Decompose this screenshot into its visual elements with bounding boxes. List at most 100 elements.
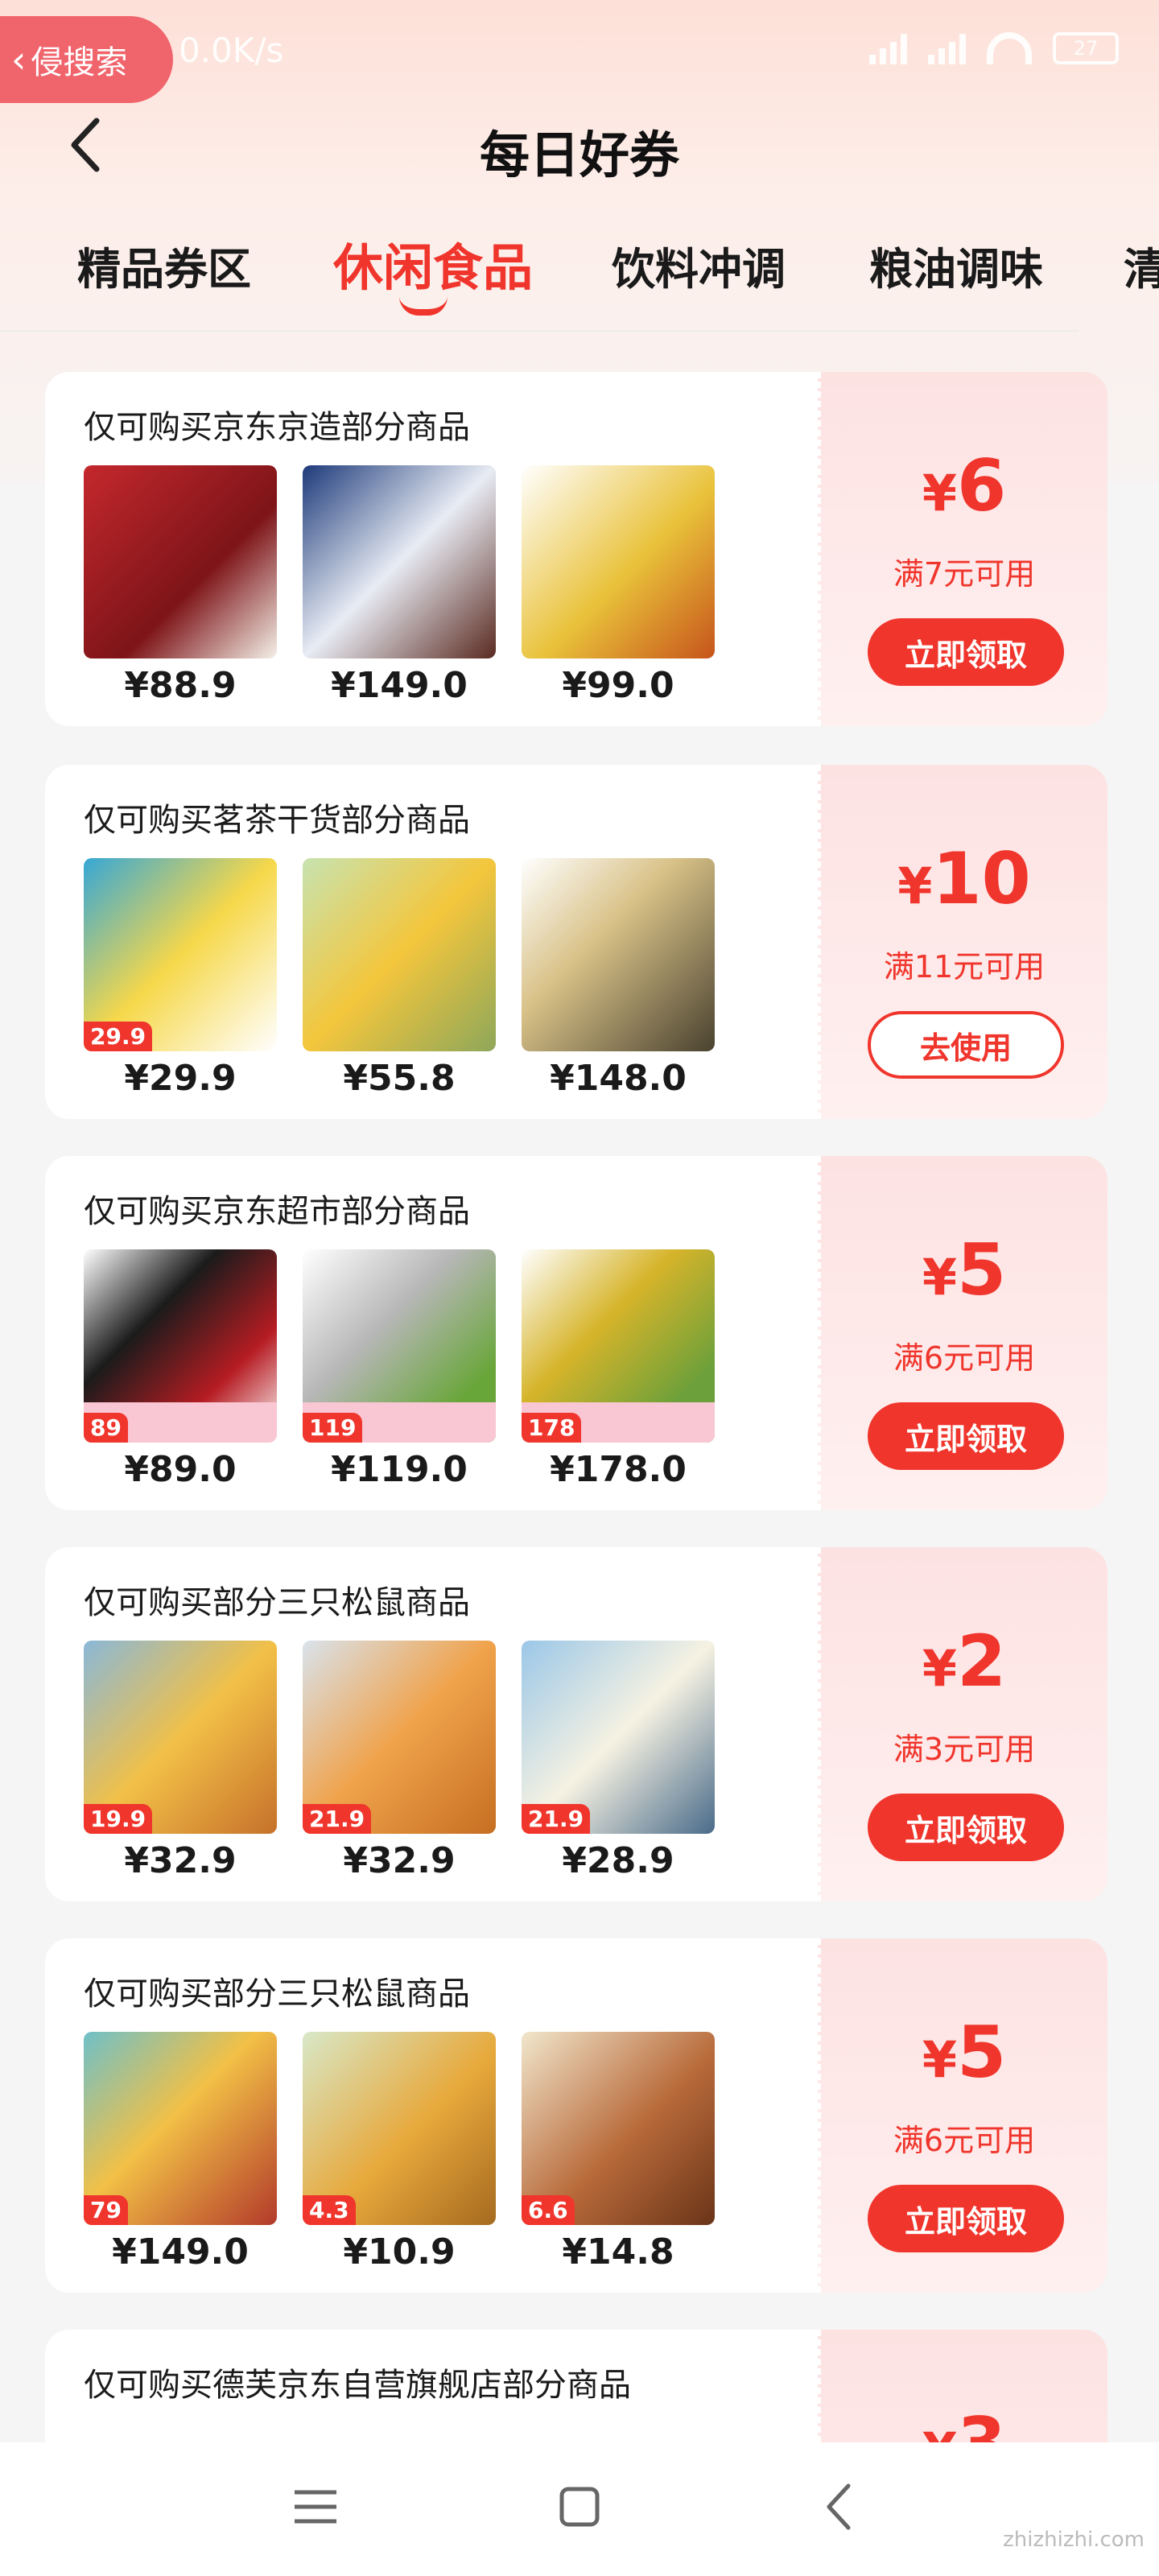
price-tag: 119 <box>303 1413 363 1443</box>
tab-beverages[interactable]: 饮料冲调 <box>612 233 786 297</box>
product-image: 6.6 <box>522 2032 715 2225</box>
product-item[interactable]: ¥55.8 <box>303 858 496 1099</box>
amount-value: 2 <box>956 1620 1007 1703</box>
amount-value: 10 <box>932 837 1031 920</box>
product-image: 19.9 <box>84 1641 277 1834</box>
coupon-products-panel: 仅可购买部分三只松鼠商品 79 ¥149.0 4.3 ¥10.9 6.6 ¥14… <box>45 1938 818 2293</box>
coupon-condition: 满6元可用 <box>893 2123 1036 2158</box>
product-item[interactable]: ¥88.9 <box>84 465 277 706</box>
product-image: 21.9 <box>303 1641 496 1834</box>
back-app-label: 侵搜索 <box>31 44 128 81</box>
coupon-amount: ¥5 <box>821 2011 1107 2094</box>
product-item[interactable]: 79 ¥149.0 <box>84 2032 277 2273</box>
wifi-icon <box>987 32 1032 64</box>
coupon-scope-title: 仅可购买部分三只松鼠商品 <box>84 1975 470 2013</box>
battery-icon: 27 <box>1053 32 1119 64</box>
product-image: 79 <box>84 2032 277 2225</box>
coupon-value-panel: ¥5 满6元可用 立即领取 <box>818 1938 1107 2293</box>
back-chevron-icon: ‹ <box>11 38 27 81</box>
coupon-value-panel: ¥5 满6元可用 立即领取 <box>818 1156 1107 1510</box>
speed-text: 0.0K/s <box>179 31 284 70</box>
product-price: ¥28.9 <box>562 1840 674 1881</box>
product-price: ¥148.0 <box>550 1058 687 1099</box>
signal-icon <box>869 32 907 64</box>
coupon-card: 仅可购买德芙京东自营旗舰店部分商品 ¥3 <box>45 2330 1107 2442</box>
coupon-amount: ¥2 <box>821 1620 1107 1703</box>
product-item[interactable]: 6.6 ¥14.8 <box>522 2032 715 2273</box>
home-icon[interactable] <box>547 2475 612 2539</box>
tab-more[interactable]: 清 <box>1124 233 1159 297</box>
product-price: ¥29.9 <box>124 1058 237 1099</box>
tab-snacks[interactable]: 休闲食品 <box>333 227 533 299</box>
coupon-scope-title: 仅可购买部分三只松鼠商品 <box>84 1584 470 1621</box>
network-speed: 0.0K/s <box>179 31 283 70</box>
coupon-card: 仅可购买部分三只松鼠商品 19.9 ¥32.9 21.9 ¥32.9 21.9 … <box>45 1547 1107 1901</box>
watermark: zhizhizhi.com <box>1003 2528 1145 2552</box>
product-item[interactable]: ¥99.0 <box>522 465 715 706</box>
coupon-value-panel: ¥6 满7元可用 立即领取 <box>818 372 1107 726</box>
tab-premium-coupons[interactable]: 精品券区 <box>77 233 251 297</box>
product-item[interactable]: 19.9 ¥32.9 <box>84 1641 277 1881</box>
amount-value: 6 <box>956 444 1007 527</box>
back-to-app-pill[interactable]: ‹ 侵搜索 <box>0 16 173 103</box>
coupon-scope-title: 仅可购买茗茶干货部分商品 <box>84 802 470 839</box>
amount-value: 5 <box>956 1228 1007 1311</box>
tab-grain-oil[interactable]: 粮油调味 <box>869 233 1043 297</box>
product-item[interactable]: 4.3 ¥10.9 <box>303 2032 496 2273</box>
price-tag: 21.9 <box>303 1804 372 1834</box>
product-price: ¥88.9 <box>124 665 237 706</box>
product-image: 89 <box>84 1249 277 1443</box>
claim-coupon-button[interactable]: 立即领取 <box>868 1794 1064 1861</box>
amount-value: 5 <box>956 2011 1007 2094</box>
coupon-condition: 满7元可用 <box>893 556 1036 592</box>
claim-coupon-button[interactable]: 立即领取 <box>868 2185 1064 2252</box>
product-price: ¥32.9 <box>124 1840 237 1881</box>
product-image <box>303 465 496 658</box>
coupon-card: 仅可购买茗茶干货部分商品 29.9 ¥29.9 ¥55.8 ¥148.0 ¥10… <box>45 765 1107 1119</box>
product-price: ¥89.0 <box>124 1449 237 1490</box>
price-tag: 178 <box>522 1413 582 1443</box>
back-icon[interactable] <box>808 2475 872 2539</box>
page-title: 每日好券 <box>479 126 679 184</box>
coupon-value-panel: ¥10 满11元可用 去使用 <box>818 765 1107 1119</box>
coupon-card: 仅可购买京东超市部分商品 89 ¥89.0 119 ¥119.0 178 ¥17… <box>45 1156 1107 1510</box>
price-tag: 6.6 <box>522 2195 575 2225</box>
active-tab-indicator <box>399 296 448 316</box>
product-price: ¥149.0 <box>112 2231 249 2273</box>
battery-level: 27 <box>1073 37 1099 60</box>
claim-coupon-button[interactable]: 立即领取 <box>868 618 1064 686</box>
coupon-value-panel: ¥2 满3元可用 立即领取 <box>818 1547 1107 1901</box>
coupon-products-panel: 仅可购买德芙京东自营旗舰店部分商品 <box>45 2330 818 2442</box>
product-item[interactable]: 21.9 ¥28.9 <box>522 1641 715 1881</box>
use-coupon-button[interactable]: 去使用 <box>868 1011 1064 1079</box>
coupon-condition: 满6元可用 <box>893 1340 1036 1376</box>
coupon-products-panel: 仅可购买京东超市部分商品 89 ¥89.0 119 ¥119.0 178 ¥17… <box>45 1156 818 1510</box>
coupon-scope-title: 仅可购买京东超市部分商品 <box>84 1193 470 1230</box>
menu-icon[interactable] <box>283 2475 348 2539</box>
product-item[interactable]: ¥149.0 <box>303 465 496 706</box>
coupon-condition: 满11元可用 <box>883 949 1046 985</box>
product-image <box>522 858 715 1051</box>
amount-value: 3 <box>957 2402 1006 2442</box>
coupon-products-panel: 仅可购买京东京造部分商品 ¥88.9 ¥149.0 ¥99.0 <box>45 372 818 726</box>
product-item[interactable]: 89 ¥89.0 <box>84 1249 277 1490</box>
product-item[interactable]: ¥148.0 <box>522 858 715 1099</box>
coupon-scope-title: 仅可购买德芙京东自营旗舰店部分商品 <box>84 2367 631 2404</box>
product-price: ¥14.8 <box>562 2231 674 2273</box>
product-item[interactable]: 21.9 ¥32.9 <box>303 1641 496 1881</box>
status-icons: 27 <box>869 32 1119 64</box>
claim-coupon-button[interactable]: 立即领取 <box>868 1402 1064 1470</box>
product-item[interactable]: 29.9 ¥29.9 <box>84 858 277 1099</box>
signal-icon <box>928 32 966 64</box>
product-image <box>84 465 277 658</box>
product-price: ¥149.0 <box>331 665 468 706</box>
product-item[interactable]: 178 ¥178.0 <box>522 1249 715 1490</box>
coupon-products-panel: 仅可购买茗茶干货部分商品 29.9 ¥29.9 ¥55.8 ¥148.0 <box>45 765 818 1119</box>
product-item[interactable]: 119 ¥119.0 <box>303 1249 496 1490</box>
currency-symbol: ¥ <box>922 1639 957 1698</box>
product-price: ¥32.9 <box>343 1840 456 1881</box>
product-price: ¥55.8 <box>343 1058 456 1099</box>
currency-symbol: ¥ <box>922 2421 957 2442</box>
coupon-amount: ¥10 <box>821 837 1107 920</box>
coupon-products-panel: 仅可购买部分三只松鼠商品 19.9 ¥32.9 21.9 ¥32.9 21.9 … <box>45 1547 818 1901</box>
